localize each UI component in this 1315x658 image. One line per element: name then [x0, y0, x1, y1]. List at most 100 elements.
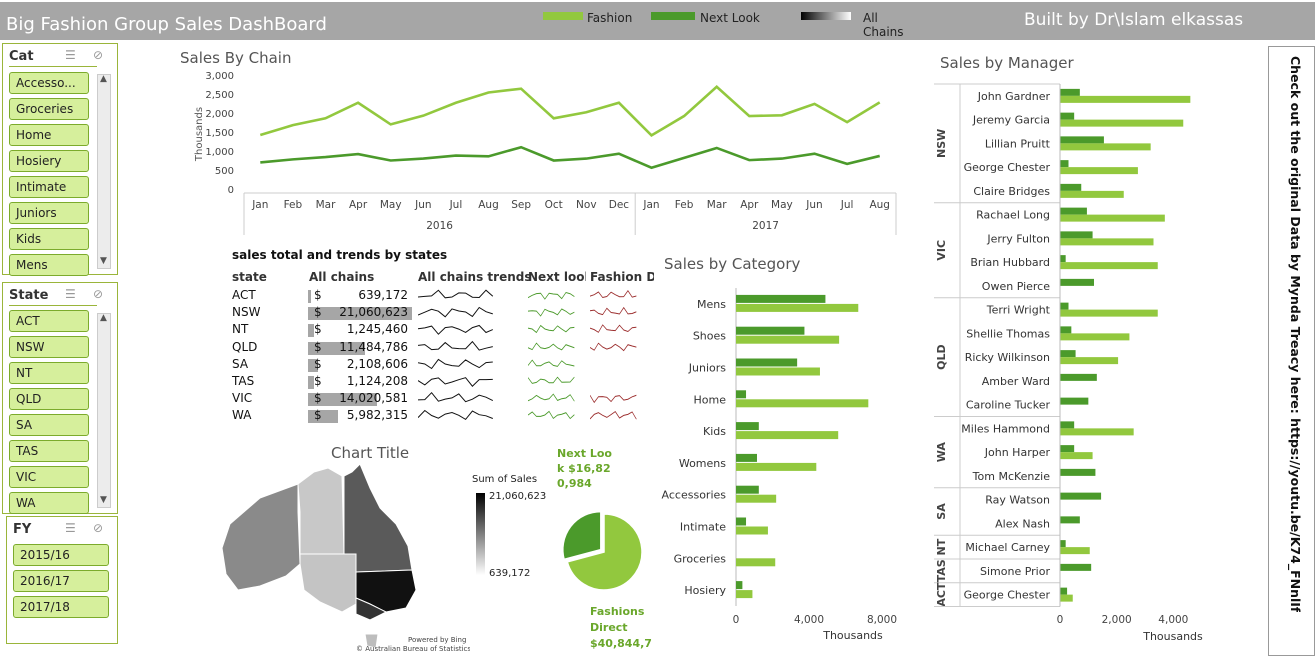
bar-fashion[interactable] — [736, 462, 817, 471]
bar-next-look[interactable] — [736, 517, 747, 526]
scroll-down-icon[interactable]: ▼ — [100, 495, 107, 505]
bar-next-look[interactable] — [1060, 278, 1094, 286]
legend-swatch-all-chains — [801, 12, 851, 20]
bar-next-look[interactable] — [1060, 136, 1104, 144]
bar-next-look[interactable] — [1060, 112, 1075, 120]
slicer-state-item[interactable]: VIC — [9, 466, 89, 488]
bar-next-look[interactable] — [736, 453, 757, 462]
slicer-cat-item[interactable]: Hosiery — [9, 150, 89, 172]
slicer-cat-scrollbar[interactable] — [97, 74, 111, 269]
bar-next-look[interactable] — [1060, 302, 1069, 310]
bar-fashion[interactable] — [736, 526, 768, 535]
slicer-state-item[interactable]: NT — [9, 362, 89, 384]
slicer-state-item[interactable]: NSW — [9, 336, 89, 358]
slicer-fy-item[interactable]: 2015/16 — [13, 544, 109, 566]
col-header-all-chains: All chains — [309, 270, 375, 284]
multi-select-icon[interactable]: ☰ — [65, 48, 76, 62]
bar-fashion[interactable] — [736, 431, 839, 440]
bar-next-look[interactable] — [736, 390, 747, 399]
clear-filter-icon[interactable]: ⊘ — [93, 48, 103, 62]
bar-next-look[interactable] — [736, 358, 798, 367]
source-note[interactable]: Check out the original Data by Mynda Tre… — [1280, 52, 1310, 612]
source-note-text[interactable]: Check out the original Data by Mynda Tre… — [1287, 56, 1303, 612]
bar-next-look[interactable] — [1060, 492, 1102, 500]
slicer-state-item[interactable]: ACT — [9, 310, 89, 332]
bar-fashion[interactable] — [1060, 333, 1130, 341]
bar-fashion[interactable] — [1060, 190, 1124, 198]
slicer-fy-item[interactable]: 2016/17 — [13, 570, 109, 592]
bar-next-look[interactable] — [736, 581, 743, 590]
bar-next-look[interactable] — [1060, 373, 1097, 381]
map-region-wa[interactable] — [221, 483, 301, 591]
slicer-cat-title: Cat — [9, 49, 34, 64]
bar-fashion[interactable] — [1060, 95, 1191, 103]
slicer-cat-item[interactable]: Home — [9, 124, 89, 146]
bar-next-look[interactable] — [736, 294, 826, 303]
bar-next-look[interactable] — [1060, 468, 1096, 476]
bar-fashion[interactable] — [1060, 262, 1158, 270]
bar-fashion[interactable] — [736, 494, 777, 503]
clear-filter-icon[interactable]: ⊘ — [93, 287, 103, 301]
slicer-cat-item[interactable]: Groceries — [9, 98, 89, 120]
line-series-fashion[interactable] — [259, 85, 881, 138]
bar-fashion[interactable] — [736, 367, 820, 376]
slicer-cat-item[interactable]: Accesso... — [9, 72, 89, 94]
bar-next-look[interactable] — [736, 422, 759, 431]
bar-next-look[interactable] — [1060, 563, 1092, 571]
bar-next-look[interactable] — [1060, 350, 1076, 358]
slicer-state-item[interactable]: TAS — [9, 440, 89, 462]
bar-fashion[interactable] — [1060, 119, 1184, 127]
slicer-fy-item[interactable]: 2017/18 — [13, 596, 109, 618]
bar-fashion[interactable] — [736, 399, 869, 408]
slicer-state-item[interactable]: WA — [9, 492, 89, 514]
bar-fashion[interactable] — [736, 590, 753, 599]
bar-next-look[interactable] — [1060, 88, 1080, 96]
slicer-cat-item[interactable]: Intimate — [9, 176, 89, 198]
scroll-up-icon[interactable]: ▲ — [100, 313, 107, 323]
bar-fashion[interactable] — [1060, 428, 1134, 436]
slicer-state-item[interactable]: QLD — [9, 388, 89, 410]
bar-next-look[interactable] — [736, 326, 805, 335]
bar-next-look[interactable] — [736, 485, 759, 494]
pie-slice-next-look[interactable] — [562, 510, 602, 561]
bar-fashion[interactable] — [1060, 143, 1151, 151]
map-region-nt[interactable] — [297, 467, 345, 555]
bar-fashion[interactable] — [1060, 547, 1090, 555]
bar-next-look[interactable] — [1060, 540, 1066, 548]
bar-next-look[interactable] — [1060, 231, 1093, 239]
slicer-cat-item[interactable]: Mens — [9, 254, 89, 276]
bar-next-look[interactable] — [1060, 255, 1066, 263]
dashboard-title: Big Fashion Group Sales DashBoard — [6, 14, 327, 35]
bar-next-look[interactable] — [1060, 421, 1075, 429]
bar-fashion[interactable] — [736, 558, 776, 567]
bar-fashion[interactable] — [736, 303, 859, 312]
bar-fashion[interactable] — [736, 335, 840, 344]
bar-fashion[interactable] — [1060, 167, 1138, 175]
bar-fashion[interactable] — [1060, 309, 1158, 317]
bar-fashion[interactable] — [1060, 357, 1119, 365]
slicer-cat-item[interactable]: Kids — [9, 228, 89, 250]
bar-next-look[interactable] — [1060, 160, 1069, 168]
slicer-cat-item[interactable]: Juniors — [9, 202, 89, 224]
bar-fashion[interactable] — [1060, 214, 1165, 222]
map-region-sa[interactable] — [299, 553, 357, 613]
slicer-state-item[interactable]: SA — [9, 414, 89, 436]
bar-next-look[interactable] — [1060, 183, 1082, 191]
multi-select-icon[interactable]: ☰ — [65, 521, 76, 535]
slicer-state-scrollbar[interactable] — [97, 313, 111, 508]
scroll-up-icon[interactable]: ▲ — [100, 74, 107, 84]
bar-next-look[interactable] — [1060, 326, 1072, 334]
bar-next-look[interactable] — [1060, 207, 1087, 215]
line-series-next-look[interactable] — [260, 145, 881, 170]
slicer-state: State ☰ ⊘ ACT NSW NT QLD SA TAS VIC WA ▲ ▼ — [2, 282, 118, 514]
clear-filter-icon[interactable]: ⊘ — [93, 521, 103, 535]
bar-next-look[interactable] — [1060, 516, 1080, 524]
bar-next-look[interactable] — [1060, 397, 1089, 405]
bar-fashion[interactable] — [1060, 452, 1093, 460]
bar-fashion[interactable] — [1060, 594, 1073, 602]
bar-next-look[interactable] — [1060, 445, 1075, 453]
scroll-down-icon[interactable]: ▼ — [100, 256, 107, 266]
bar-fashion[interactable] — [1060, 238, 1154, 246]
bar-next-look[interactable] — [1060, 587, 1068, 595]
multi-select-icon[interactable]: ☰ — [65, 287, 76, 301]
